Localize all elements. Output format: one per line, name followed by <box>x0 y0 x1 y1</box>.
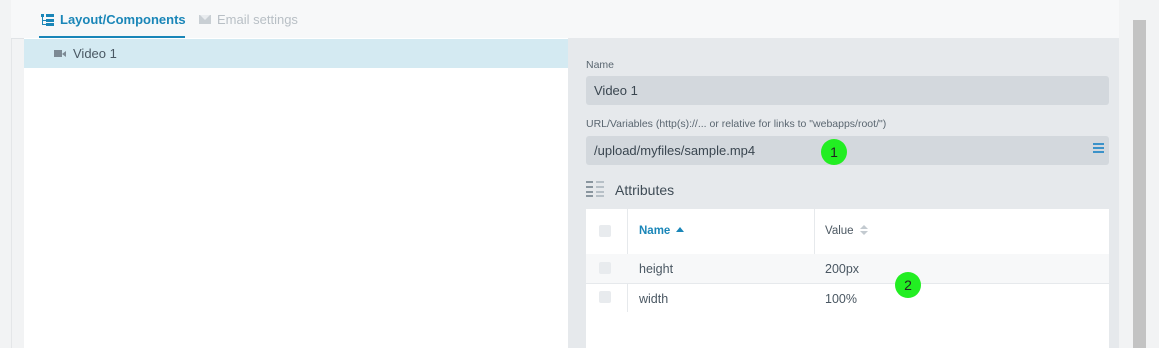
column-header-value-label: Value <box>825 225 854 237</box>
annotation-marker-2: 2 <box>895 272 921 298</box>
select-all-checkbox[interactable] <box>599 225 611 237</box>
tree-icon <box>41 14 54 26</box>
mail-icon <box>199 15 211 24</box>
attribute-value: 200px <box>825 262 860 276</box>
tree-item-label: Video 1 <box>73 46 117 61</box>
annotation-marker-1: 1 <box>821 139 847 165</box>
attribute-value: 100% <box>825 292 857 306</box>
attributes-table: Name Value height 200px width 100% <box>586 209 1109 348</box>
table-row[interactable]: height 200px <box>586 254 1109 284</box>
video-camera-icon <box>54 50 66 57</box>
left-edge <box>0 0 12 348</box>
tab-label: Email settings <box>217 12 298 27</box>
column-header-name[interactable]: Name <box>639 225 685 237</box>
url-field[interactable]: /upload/myfiles/sample.mp4 <box>586 136 1109 165</box>
row-checkbox[interactable] <box>599 291 611 303</box>
tree-item-video-1[interactable]: Video 1 <box>24 39 568 68</box>
tab-email-settings[interactable]: Email settings <box>199 12 329 38</box>
row-checkbox[interactable] <box>599 262 611 274</box>
table-header: Name Value <box>586 209 1109 255</box>
url-label: URL/Variables (http(s)://... or relative… <box>586 118 887 130</box>
column-divider <box>814 209 815 254</box>
scrollbar[interactable] <box>1133 20 1146 348</box>
table-row[interactable]: width 100% <box>586 284 1109 313</box>
sort-icon <box>859 225 868 235</box>
tab-bar: Layout/Components Email settings <box>11 0 1119 39</box>
component-tree: Video 1 <box>24 38 568 348</box>
attribute-name: height <box>639 262 674 276</box>
tab-layout-components[interactable]: Layout/Components <box>39 12 186 38</box>
tab-label: Layout/Components <box>60 12 186 27</box>
column-header-name-label: Name <box>639 225 671 237</box>
name-field[interactable]: Video 1 <box>586 76 1109 105</box>
name-label: Name <box>586 59 615 71</box>
attributes-heading: Attributes <box>615 182 675 198</box>
list-icon[interactable] <box>1093 143 1104 154</box>
sort-ascending-icon <box>676 227 685 232</box>
attributes-list-icon <box>586 181 606 197</box>
attribute-name: width <box>639 292 669 306</box>
url-value: /upload/myfiles/sample.mp4 <box>594 143 756 158</box>
column-header-value[interactable]: Value <box>825 225 868 237</box>
properties-panel: Name Video 1 URL/Variables (http(s)://..… <box>568 38 1119 348</box>
name-value: Video 1 <box>594 83 638 98</box>
